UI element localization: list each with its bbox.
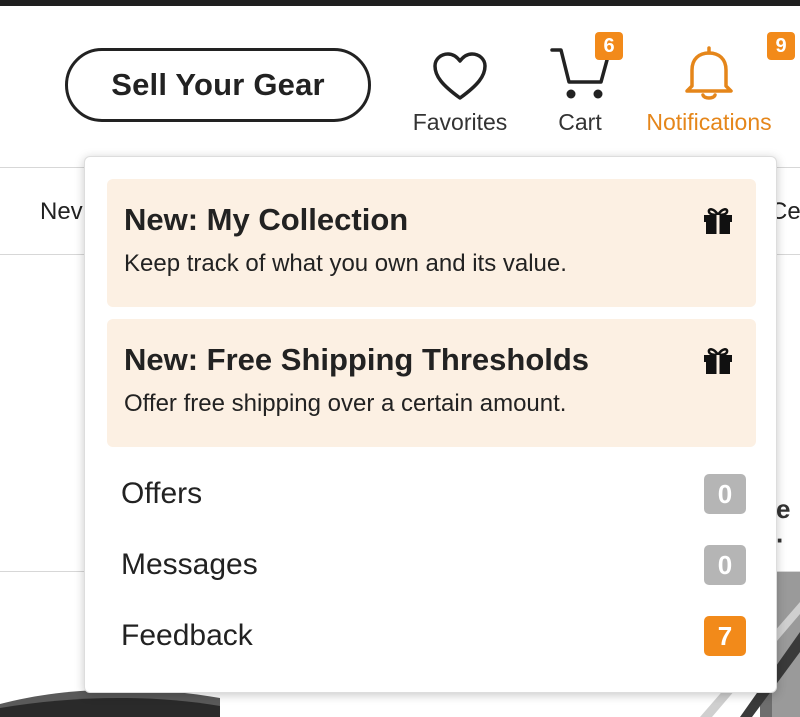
menu-item-feedback[interactable]: Feedback 7 [121, 614, 746, 658]
menu-item-offers[interactable]: Offers 0 [121, 472, 746, 516]
notifications-count-badge: 9 [767, 32, 795, 60]
cart-link[interactable]: 6 Cart [540, 32, 623, 136]
notifications-link[interactable]: 9 Notifications [636, 32, 795, 136]
promo-title: New: Free Shipping Thresholds [124, 342, 590, 377]
promo-description: Offer free shipping over a certain amoun… [124, 390, 567, 417]
promo-my-collection[interactable]: New: My Collection Keep track of what yo… [107, 179, 756, 307]
cart-count-badge: 6 [595, 32, 623, 60]
favorites-link[interactable]: Favorites [408, 38, 512, 136]
offers-count-badge: 0 [704, 474, 746, 514]
bell-icon [685, 46, 733, 100]
menu-item-label: Offers [121, 477, 203, 510]
cart-label: Cart [558, 109, 602, 135]
menu-item-label: Feedback [121, 619, 253, 652]
top-strip [0, 0, 800, 6]
feedback-count-badge: 7 [704, 616, 746, 656]
promo-title: New: My Collection [124, 202, 409, 237]
nav-item-partial-left[interactable]: Nev [40, 198, 83, 226]
menu-item-label: Messages [121, 548, 258, 581]
gift-icon [704, 348, 732, 374]
promo-free-shipping-thresholds[interactable]: New: Free Shipping Thresholds Offer free… [107, 319, 756, 447]
page: Sell Your Gear Favorites 6 Cart 9 Notifi… [0, 0, 800, 717]
gift-icon [704, 208, 732, 234]
promo-description: Keep track of what you own and its value… [124, 250, 567, 277]
sell-your-gear-button[interactable]: Sell Your Gear [65, 48, 371, 122]
heart-icon [433, 52, 487, 100]
menu-item-messages[interactable]: Messages 0 [121, 543, 746, 587]
content-text-partial: e · [776, 494, 791, 555]
notifications-dropdown: New: My Collection Keep track of what yo… [84, 156, 777, 693]
favorites-label: Favorites [412, 109, 508, 135]
messages-count-badge: 0 [704, 545, 746, 585]
notifications-label: Notifications [646, 109, 772, 135]
